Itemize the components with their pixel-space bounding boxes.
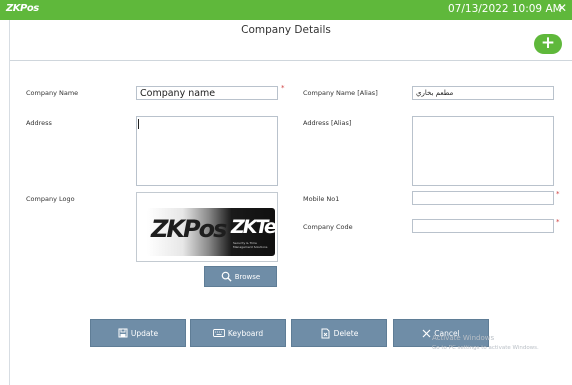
logo-tagline: Security & Time Management Solutions	[233, 241, 268, 249]
address-alias-field[interactable]	[412, 116, 554, 186]
mobile-label: Mobile No1	[303, 195, 340, 203]
required-mark: *	[556, 218, 560, 226]
update-button[interactable]: Update	[90, 319, 186, 347]
title-bar: ZKPos 07/13/2022 10:09 AM ✕	[0, 0, 572, 20]
zkpos-logo-text: ZKPos	[151, 215, 227, 243]
app-logo: ZKPos	[6, 3, 39, 14]
plus-icon: +	[540, 33, 556, 53]
address-alias-label: Address [Alias]	[303, 119, 352, 127]
delete-button-label: Delete	[333, 328, 359, 338]
company-code-field[interactable]	[412, 219, 554, 233]
browse-button-label: Browse	[234, 272, 261, 281]
company-name-field[interactable]: Company name	[136, 86, 278, 100]
delete-button[interactable]: Delete	[291, 319, 387, 347]
text-caret	[138, 119, 139, 129]
page-title: Company Details	[241, 24, 331, 36]
company-name-alias-label: Company Name [Alias]	[303, 89, 378, 97]
watermark-title: Activate Windows	[432, 334, 495, 342]
header-divider	[10, 60, 572, 61]
required-mark: *	[556, 190, 560, 198]
activation-watermark: Activate Windows Go to PC settings to ac…	[432, 333, 539, 353]
left-rail	[0, 20, 10, 385]
search-icon	[221, 271, 232, 282]
company-logo-image: ZKPos ZKTeco Security & Time Management …	[136, 192, 278, 262]
company-code-label: Company Code	[303, 223, 353, 231]
required-mark: *	[281, 84, 285, 92]
zkteco-logo-text: ZKTeco	[231, 216, 275, 238]
company-logo-label: Company Logo	[26, 195, 75, 203]
delete-icon	[320, 328, 331, 339]
keyboard-button-label: Keyboard	[227, 328, 264, 338]
watermark-subtitle: Go to PC settings to activate Windows.	[432, 345, 539, 351]
browse-button[interactable]: Browse	[204, 266, 277, 287]
update-button-label: Update	[130, 328, 159, 338]
mobile-field[interactable]	[412, 191, 554, 205]
close-icon	[422, 329, 431, 338]
close-icon[interactable]: ✕	[557, 1, 567, 15]
address-label: Address	[26, 119, 52, 127]
address-field[interactable]	[136, 116, 278, 186]
datetime-display: 07/13/2022 10:09 AM	[448, 3, 562, 15]
keyboard-icon	[212, 329, 225, 337]
company-name-label: Company Name	[26, 89, 79, 97]
add-button[interactable]: +	[534, 34, 562, 54]
keyboard-button[interactable]: Keyboard	[190, 319, 286, 347]
company-name-alias-field[interactable]: مطعم بخاري	[412, 86, 554, 100]
zkteco-logo: ZKPos ZKTeco Security & Time Management …	[147, 208, 275, 256]
save-icon	[118, 328, 128, 338]
